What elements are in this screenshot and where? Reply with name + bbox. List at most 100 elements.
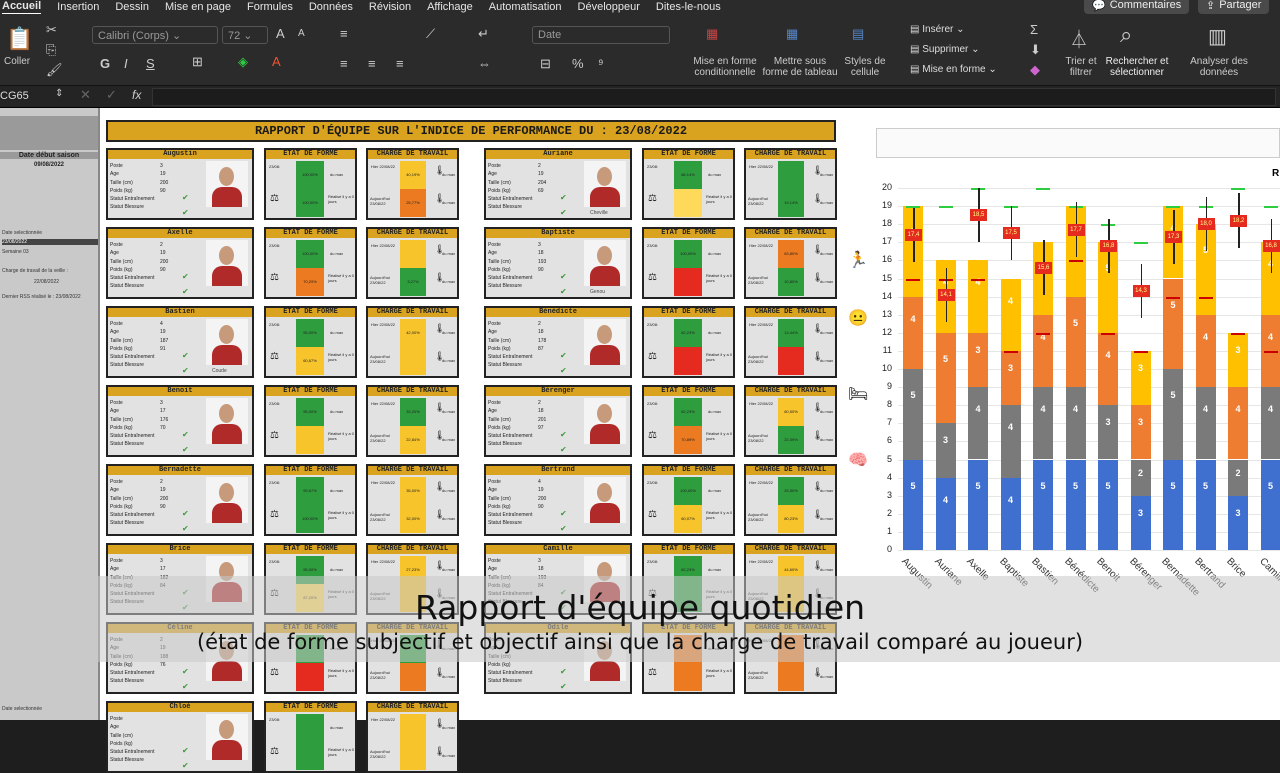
name-box-stepper-icon[interactable]: ⇕ bbox=[55, 88, 63, 99]
bar-segment[interactable]: 3 bbox=[968, 333, 988, 387]
bar-segment[interactable]: 5 bbox=[1163, 279, 1183, 370]
format-button[interactable]: ▤ Mise en forme ⌄ bbox=[910, 64, 997, 75]
bar-segment[interactable]: 4 bbox=[1098, 333, 1118, 405]
bar-segment[interactable]: 4 bbox=[936, 478, 956, 550]
bar-segment[interactable]: 5 bbox=[1196, 460, 1216, 551]
bar-segment[interactable]: 3 bbox=[1131, 351, 1151, 405]
orientation-icon[interactable]: ⟋ bbox=[426, 26, 435, 42]
average-marker[interactable]: 16,8 bbox=[1263, 240, 1280, 252]
bar-segment[interactable]: 4 bbox=[1196, 387, 1216, 459]
format-table-icon[interactable]: ▦ bbox=[786, 26, 798, 42]
bar-segment[interactable]: 4 bbox=[1033, 315, 1053, 387]
tab-7[interactable]: Affichage bbox=[427, 0, 473, 14]
tab-4[interactable]: Formules bbox=[247, 0, 293, 14]
comments-button[interactable]: 💬Commentaires bbox=[1084, 0, 1189, 14]
sort-filter-button[interactable]: Trier et filtrer bbox=[1058, 56, 1104, 78]
align-top-icon[interactable]: ≡ bbox=[340, 26, 348, 41]
underline-icon[interactable]: S bbox=[146, 56, 155, 71]
tab-5[interactable]: Données bbox=[309, 0, 353, 14]
average-marker[interactable]: 17,5 bbox=[1003, 227, 1020, 239]
bar-segment[interactable]: 5 bbox=[1163, 460, 1183, 551]
average-marker[interactable]: 18,5 bbox=[970, 209, 987, 221]
bar-segment[interactable]: 4 bbox=[1001, 279, 1021, 351]
bar-segment[interactable]: 2 bbox=[1228, 460, 1248, 496]
font-size-select[interactable]: 72 ⌄ bbox=[222, 26, 268, 44]
comma-icon[interactable]: ⁹ bbox=[598, 56, 604, 71]
bar-segment[interactable]: 2 bbox=[1131, 460, 1151, 496]
paste-label[interactable]: Coller bbox=[4, 56, 30, 67]
grow-font-icon[interactable]: A bbox=[276, 26, 285, 41]
bar-segment[interactable]: 5 bbox=[1163, 369, 1183, 460]
bar-segment[interactable]: 5 bbox=[1066, 460, 1086, 551]
percent-icon[interactable]: % bbox=[572, 56, 584, 71]
bar-segment[interactable]: 4 bbox=[1196, 315, 1216, 387]
tab-2[interactable]: Dessin bbox=[115, 0, 149, 14]
bold-icon[interactable]: G bbox=[100, 56, 110, 71]
conditional-format-icon[interactable]: ▦ bbox=[706, 26, 718, 42]
cancel-icon[interactable]: ✕ bbox=[80, 87, 91, 103]
bar-segment[interactable]: 4 bbox=[1001, 405, 1021, 477]
season-start-date[interactable]: 09/08/2022 bbox=[0, 162, 98, 168]
autosum-icon[interactable]: Σ bbox=[1030, 22, 1038, 37]
shrink-font-icon[interactable]: A bbox=[298, 28, 305, 39]
copy-icon[interactable]: ⎘ bbox=[46, 42, 56, 58]
bar-segment[interactable]: 3 bbox=[1131, 496, 1151, 550]
bar-segment[interactable]: 3 bbox=[936, 423, 956, 477]
bar-segment[interactable]: 3 bbox=[1228, 333, 1248, 387]
average-marker[interactable]: 15,6 bbox=[1035, 262, 1052, 274]
bar-segment[interactable]: 4 bbox=[1228, 387, 1248, 459]
merge-icon[interactable]: ⇔ bbox=[478, 56, 491, 71]
average-marker[interactable]: 17,4 bbox=[905, 229, 922, 241]
average-marker[interactable]: 17,7 bbox=[1068, 224, 1085, 236]
bar-segment[interactable]: 5 bbox=[1098, 460, 1118, 551]
insert-button[interactable]: ▤ Insérer ⌄ bbox=[910, 24, 965, 35]
tab-1[interactable]: Insertion bbox=[57, 0, 99, 14]
bar-segment[interactable]: 5 bbox=[903, 460, 923, 551]
tab-6[interactable]: Révision bbox=[369, 0, 411, 14]
font-color-icon[interactable]: A bbox=[272, 54, 281, 69]
fill-icon[interactable]: ⬇ bbox=[1030, 42, 1041, 58]
align-left-icon[interactable]: ≡ bbox=[340, 56, 348, 71]
currency-icon[interactable]: ⊟ bbox=[540, 56, 551, 72]
bar-segment[interactable]: 4 bbox=[1001, 478, 1021, 550]
bar-segment[interactable]: 4 bbox=[903, 297, 923, 369]
tab-10[interactable]: Dites-le-nous bbox=[656, 0, 721, 14]
format-painter-icon[interactable]: 🖌 bbox=[46, 62, 63, 78]
bar-segment[interactable]: 4 bbox=[1261, 387, 1280, 459]
bar-segment[interactable]: 5 bbox=[903, 369, 923, 460]
average-marker[interactable]: 14,1 bbox=[938, 289, 955, 301]
tab-0[interactable]: Accueil bbox=[2, 0, 41, 15]
bar-segment[interactable]: 3 bbox=[1098, 405, 1118, 459]
analyze-data-icon[interactable]: ▥ bbox=[1208, 24, 1227, 49]
wrap-text-icon[interactable]: ↵ bbox=[478, 26, 489, 42]
conditional-format-button[interactable]: Mise en forme conditionnelle bbox=[688, 56, 762, 78]
clear-icon[interactable]: ◆ bbox=[1030, 62, 1040, 78]
tab-3[interactable]: Mise en page bbox=[165, 0, 231, 14]
bar-segment[interactable]: 5 bbox=[936, 333, 956, 424]
function-icon[interactable]: fx bbox=[132, 88, 141, 102]
delete-button[interactable]: ▤ Supprimer ⌄ bbox=[910, 44, 980, 55]
confirm-icon[interactable]: ✓ bbox=[106, 87, 117, 103]
cell-styles-icon[interactable]: ▤ bbox=[852, 26, 864, 42]
average-marker[interactable]: 16,8 bbox=[1100, 240, 1117, 252]
analyze-data-button[interactable]: Analyser des données bbox=[1186, 56, 1252, 78]
italic-icon[interactable]: I bbox=[124, 56, 128, 71]
cut-icon[interactable]: ✂ bbox=[46, 22, 57, 38]
cell-styles-button[interactable]: Styles de cellule bbox=[840, 56, 890, 78]
bar-segment[interactable]: 3 bbox=[1001, 351, 1021, 405]
borders-icon[interactable]: ⊞ bbox=[192, 54, 203, 70]
average-marker[interactable]: 18,2 bbox=[1230, 215, 1247, 227]
bar-segment[interactable]: 3 bbox=[1131, 405, 1151, 459]
align-right-icon[interactable]: ≡ bbox=[396, 56, 404, 71]
format-table-button[interactable]: Mettre sous forme de tableau bbox=[760, 56, 840, 78]
bar-segment[interactable]: 5 bbox=[968, 460, 988, 551]
bar-segment[interactable]: 3 bbox=[1228, 496, 1248, 550]
bar-segment[interactable]: 5 bbox=[1066, 297, 1086, 388]
bar-segment[interactable]: 4 bbox=[1033, 387, 1053, 459]
number-format-select[interactable]: Date bbox=[532, 26, 670, 44]
formula-input[interactable] bbox=[152, 88, 1276, 106]
tab-8[interactable]: Automatisation bbox=[489, 0, 562, 14]
share-button[interactable]: ⇪Partager bbox=[1198, 0, 1269, 14]
average-marker[interactable]: 17,3 bbox=[1165, 231, 1182, 243]
bar-segment[interactable]: 5 bbox=[1033, 460, 1053, 551]
